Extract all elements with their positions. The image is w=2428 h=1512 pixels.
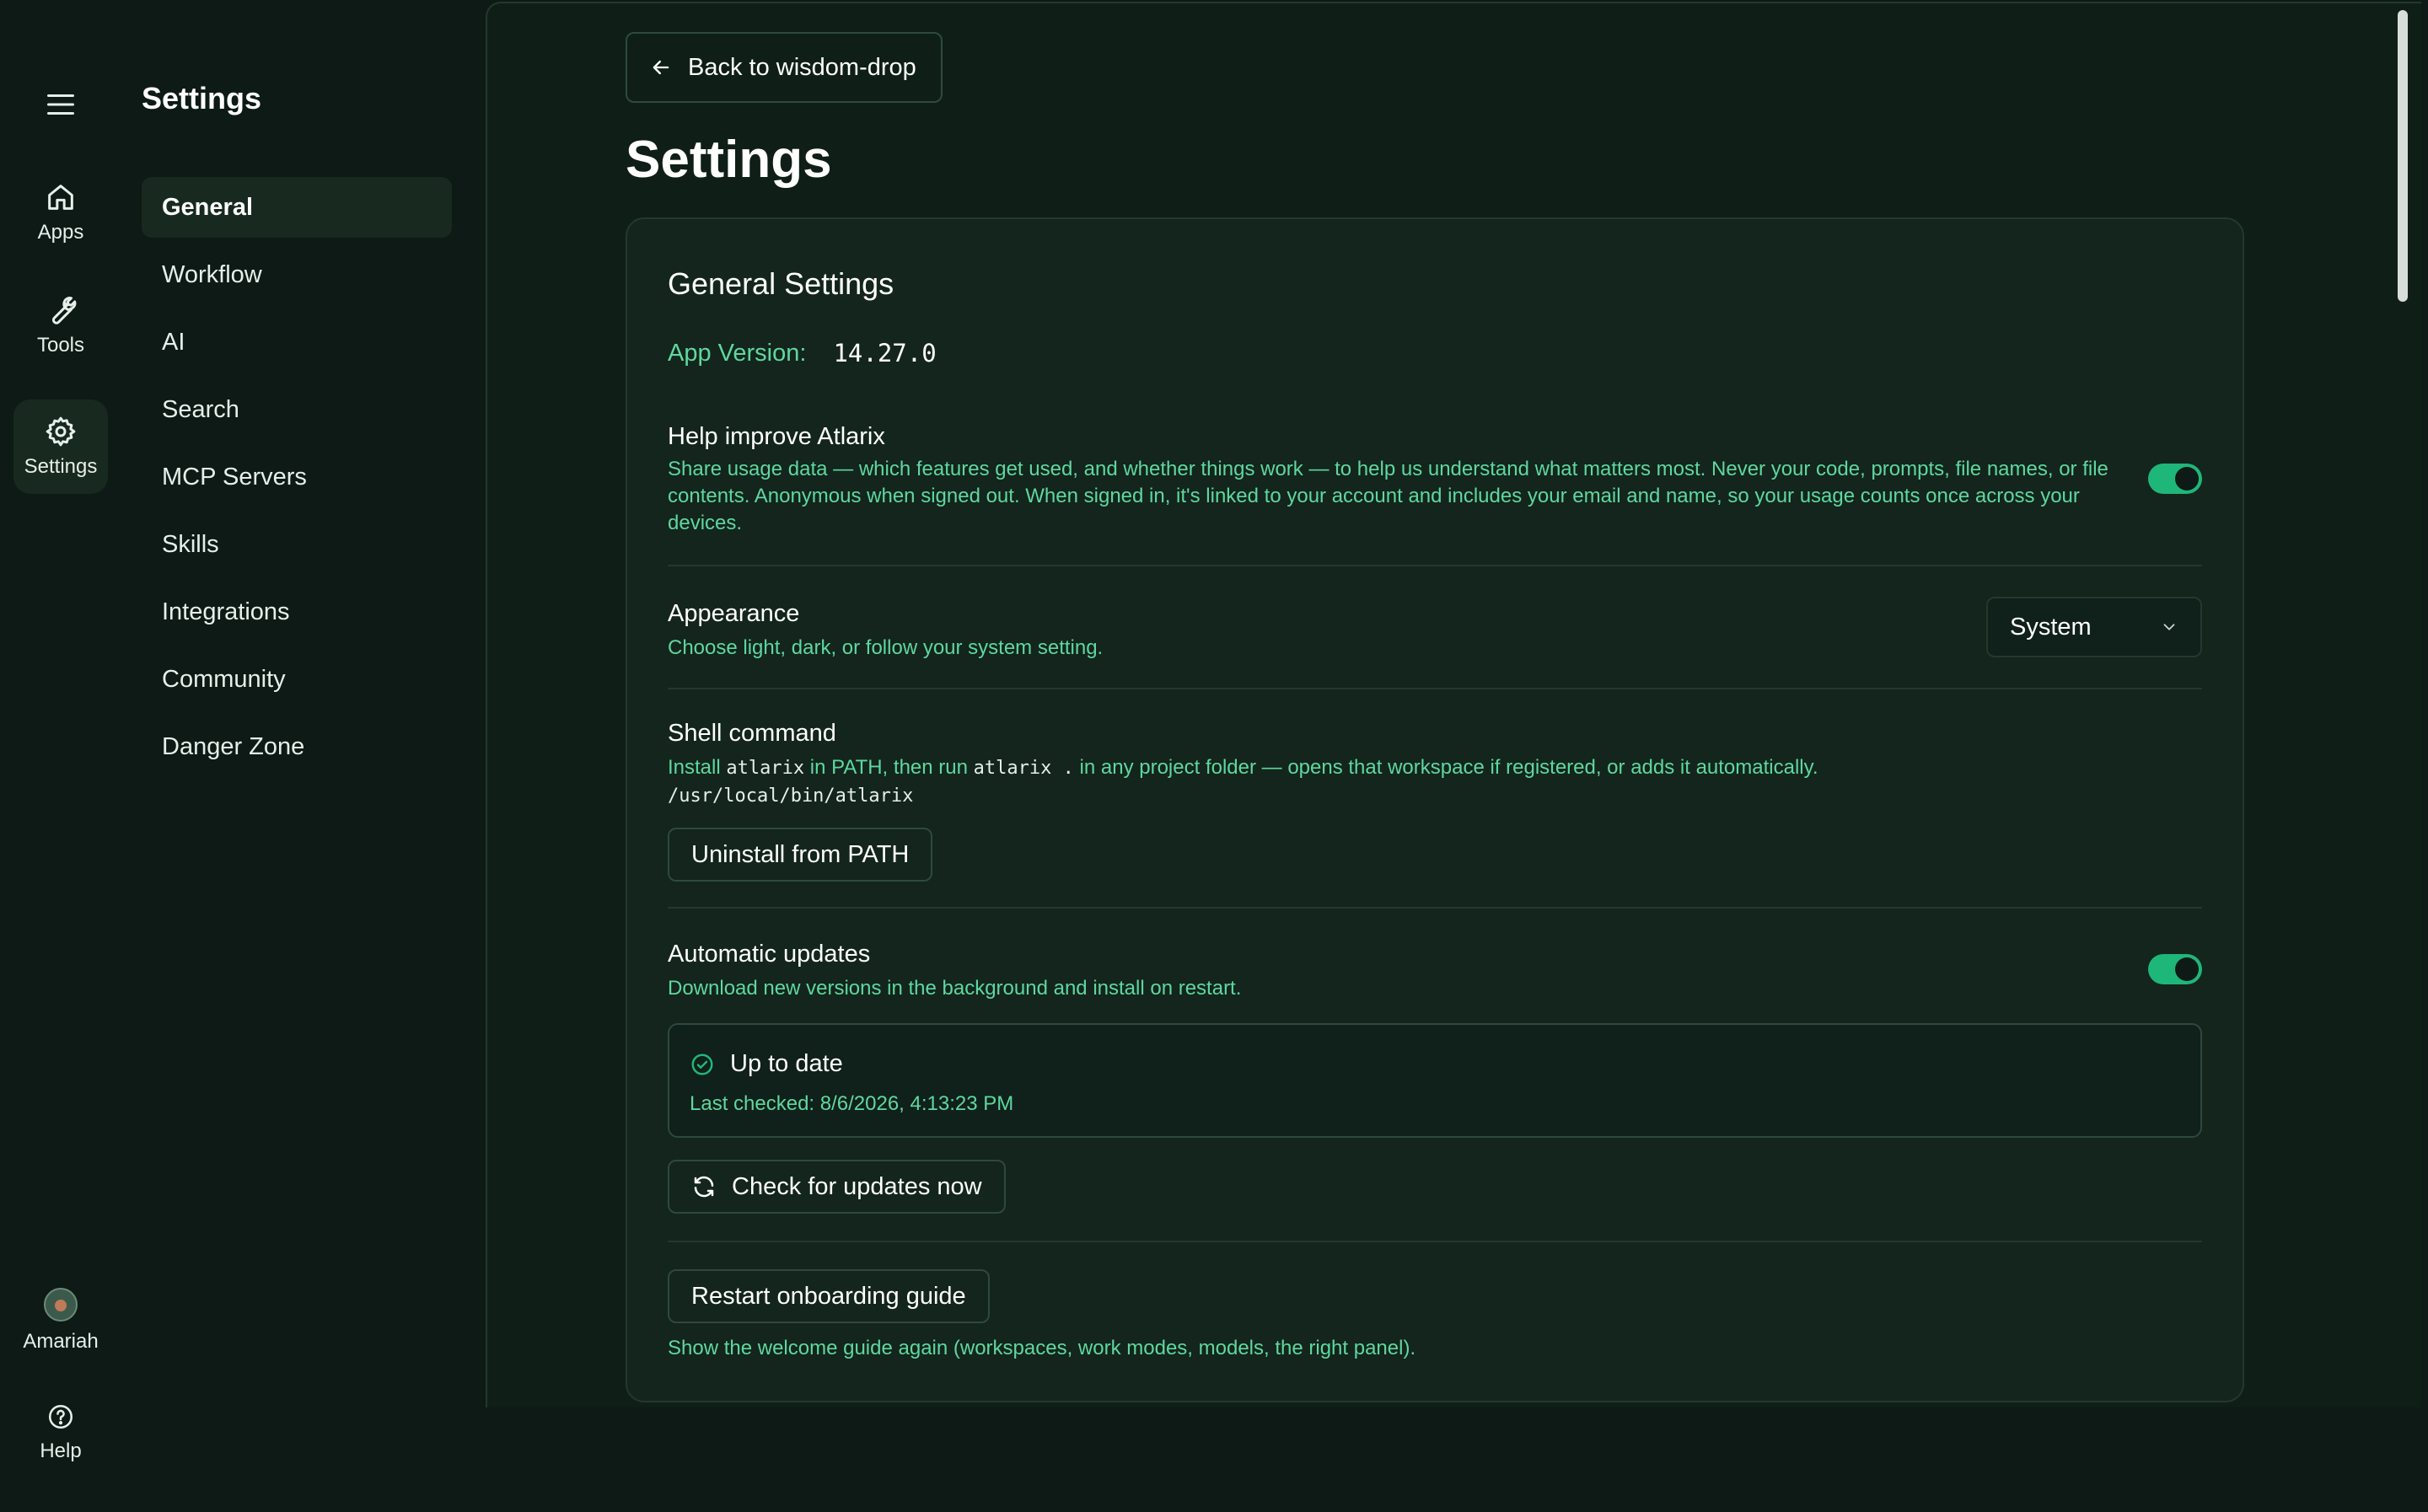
appearance-select[interactable]: System: [1986, 597, 2202, 657]
hamburger-icon: [47, 94, 74, 115]
rail-item-label: Apps: [37, 221, 84, 244]
divider: [668, 907, 2202, 909]
telemetry-desc: Share usage data — which features get us…: [668, 458, 2108, 534]
auto-updates-toggle[interactable]: [2148, 954, 2202, 984]
updates-section: Automatic updates Download new versions …: [668, 941, 1241, 1002]
restart-onboarding-button[interactable]: Restart onboarding guide: [668, 1269, 990, 1323]
nav-list: General Workflow AI Search MCP Servers S…: [142, 177, 452, 784]
nav-item-ai[interactable]: AI: [142, 312, 452, 373]
icon-rail: Apps Tools Settings Amariah Help: [0, 0, 121, 1512]
onboarding-desc: Show the welcome guide again (workspaces…: [668, 1337, 1416, 1359]
check-updates-label: Check for updates now: [732, 1172, 982, 1200]
refresh-icon: [694, 1176, 714, 1198]
nav-item-skills[interactable]: Skills: [142, 514, 452, 575]
nav-item-workflow[interactable]: Workflow: [142, 244, 452, 305]
telemetry-title: Help improve Atlarix: [668, 423, 885, 450]
version-value: 14.27.0: [833, 339, 937, 367]
main-panel: Back to wisdom-drop Settings General Set…: [486, 2, 2421, 1407]
update-status-box: Up to date Last checked: 8/6/2026, 4:13:…: [668, 1023, 2202, 1138]
user-name: Amariah: [23, 1330, 99, 1353]
nav-item-mcp-servers[interactable]: MCP Servers: [142, 447, 452, 507]
shell-path: /usr/local/bin/atlarix: [668, 785, 914, 807]
divider: [668, 565, 2202, 566]
general-settings-card: General Settings App Version: 14.27.0 He…: [626, 217, 2244, 1402]
check-circle-icon: [691, 1054, 713, 1075]
uninstall-path-button[interactable]: Uninstall from PATH: [668, 828, 933, 882]
page-title: Settings: [626, 131, 832, 189]
nav-item-danger-zone[interactable]: Danger Zone: [142, 716, 452, 777]
menu-toggle-button[interactable]: [40, 84, 81, 125]
check-updates-button[interactable]: Check for updates now: [668, 1160, 1006, 1214]
shell-cmd-name: atlarix: [726, 758, 805, 779]
user-profile[interactable]: Amariah: [0, 1288, 121, 1354]
appearance-selected-value: System: [2010, 613, 2092, 641]
app-version: App Version: 14.27.0: [668, 339, 937, 367]
rail-item-apps[interactable]: Apps: [13, 165, 108, 260]
help-icon: [48, 1404, 73, 1429]
shell-desc-text: in PATH, then run: [809, 756, 968, 779]
help-button[interactable]: Help: [0, 1402, 121, 1463]
rail-item-label: Settings: [24, 455, 98, 478]
nav-item-general[interactable]: General: [142, 177, 452, 238]
card-title: General Settings: [668, 266, 894, 301]
shell-desc: Install atlarix in PATH, then run atlari…: [668, 754, 2185, 782]
rail-item-tools[interactable]: Tools: [13, 278, 108, 373]
shell-desc-text: in any project folder — opens that works…: [1079, 756, 1818, 779]
back-button[interactable]: Back to wisdom-drop: [626, 32, 943, 103]
nav-item-search[interactable]: Search: [142, 379, 452, 440]
nav-title: Settings: [142, 81, 262, 115]
gear-icon: [46, 416, 76, 447]
divider: [668, 688, 2202, 689]
appearance-desc: Choose light, dark, or follow your syste…: [668, 636, 1104, 659]
settings-nav: Settings General Workflow AI Search MCP …: [121, 0, 486, 1512]
avatar: [44, 1288, 78, 1322]
nav-item-integrations[interactable]: Integrations: [142, 582, 452, 642]
wrench-icon: [51, 297, 77, 324]
arrow-left-icon: [653, 60, 669, 75]
shell-title: Shell command: [668, 720, 836, 747]
version-label: App Version:: [668, 339, 807, 367]
shell-desc-text: Install: [668, 756, 721, 779]
rail-item-settings[interactable]: Settings: [13, 399, 108, 494]
chevron-down-icon: [2163, 624, 2175, 630]
help-label: Help: [40, 1440, 82, 1462]
telemetry-section: Help improve Atlarix Share usage data — …: [668, 423, 2118, 537]
home-icon: [48, 185, 73, 210]
telemetry-toggle[interactable]: [2148, 464, 2202, 494]
app-root: Apps Tools Settings Amariah Help Setting…: [0, 0, 2428, 1512]
updates-desc: Download new versions in the background …: [668, 977, 1242, 1000]
appearance-title: Appearance: [668, 600, 800, 627]
update-status: Up to date: [690, 1050, 843, 1078]
back-button-label: Back to wisdom-drop: [688, 53, 916, 81]
last-checked: Last checked: 8/6/2026, 4:13:23 PM: [690, 1092, 1014, 1115]
rail-item-label: Tools: [36, 334, 85, 357]
shell-cmd-run: atlarix .: [973, 758, 1074, 779]
divider: [668, 1241, 2202, 1242]
nav-item-community[interactable]: Community: [142, 649, 452, 710]
update-status-label: Up to date: [730, 1050, 843, 1077]
shell-section: Shell command Install atlarix in PATH, t…: [668, 720, 2185, 807]
updates-title: Automatic updates: [668, 941, 871, 968]
appearance-section: Appearance Choose light, dark, or follow…: [668, 600, 1103, 662]
scrollbar-thumb[interactable]: [2398, 10, 2408, 302]
